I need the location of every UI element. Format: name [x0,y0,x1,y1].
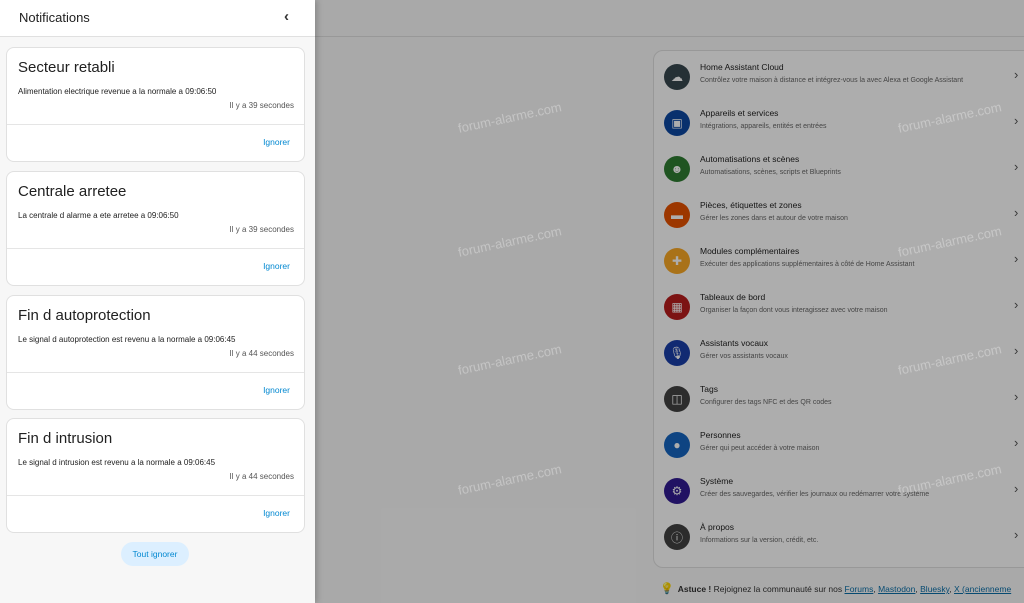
notification-message: La centrale d alarme a ete arretee a 09:… [18,211,179,220]
notification-title: Fin d autoprotection [18,307,151,324]
watermark: forum-alarme.com [896,341,1003,378]
notification-time: Il y a 44 secondes [229,472,294,481]
drawer-header: Notifications ‹ [0,0,315,37]
divider [7,495,304,496]
dismiss-all-button[interactable]: Tout ignorer [121,542,189,566]
dismiss-button[interactable]: Ignorer [263,261,290,271]
watermark: forum-alarme.com [456,341,563,378]
divider [7,248,304,249]
watermark: forum-alarme.com [896,461,1003,498]
close-drawer-button[interactable]: ‹ [284,8,289,25]
watermark: forum-alarme.com [896,99,1003,136]
chevron-left-icon: ‹ [284,8,289,25]
notification-time: Il y a 39 secondes [229,225,294,234]
notification-time: Il y a 39 secondes [229,101,294,110]
divider [7,124,304,125]
notification-message: Le signal d autoprotection est revenu a … [18,335,236,344]
dismiss-button[interactable]: Ignorer [263,385,290,395]
notification-card: Fin d intrusion Le signal d intrusion es… [6,418,305,533]
watermark: forum-alarme.com [456,223,563,260]
watermark: forum-alarme.com [456,99,563,136]
notification-message: Alimentation electrique revenue a la nor… [18,87,217,96]
watermark: forum-alarme.com [896,223,1003,260]
notification-card: Fin d autoprotection Le signal d autopro… [6,295,305,410]
notification-message: Le signal d intrusion est revenu a la no… [18,458,216,467]
notification-time: Il y a 44 secondes [229,349,294,358]
divider [7,372,304,373]
drawer-title: Notifications [19,10,90,25]
notification-title: Centrale arretee [18,183,127,200]
notification-card: Secteur retabli Alimentation electrique … [6,47,305,162]
dismiss-button[interactable]: Ignorer [263,137,290,147]
notification-title: Fin d intrusion [18,430,113,447]
notifications-drawer: Notifications ‹ Secteur retabli Alimenta… [0,0,315,603]
notification-card: Centrale arretee La centrale d alarme a … [6,171,305,286]
notification-title: Secteur retabli [18,59,115,76]
watermark: forum-alarme.com [456,461,563,498]
dim-overlay[interactable]: forum-alarme.com forum-alarme.com forum-… [315,0,1024,603]
dismiss-button[interactable]: Ignorer [263,508,290,518]
